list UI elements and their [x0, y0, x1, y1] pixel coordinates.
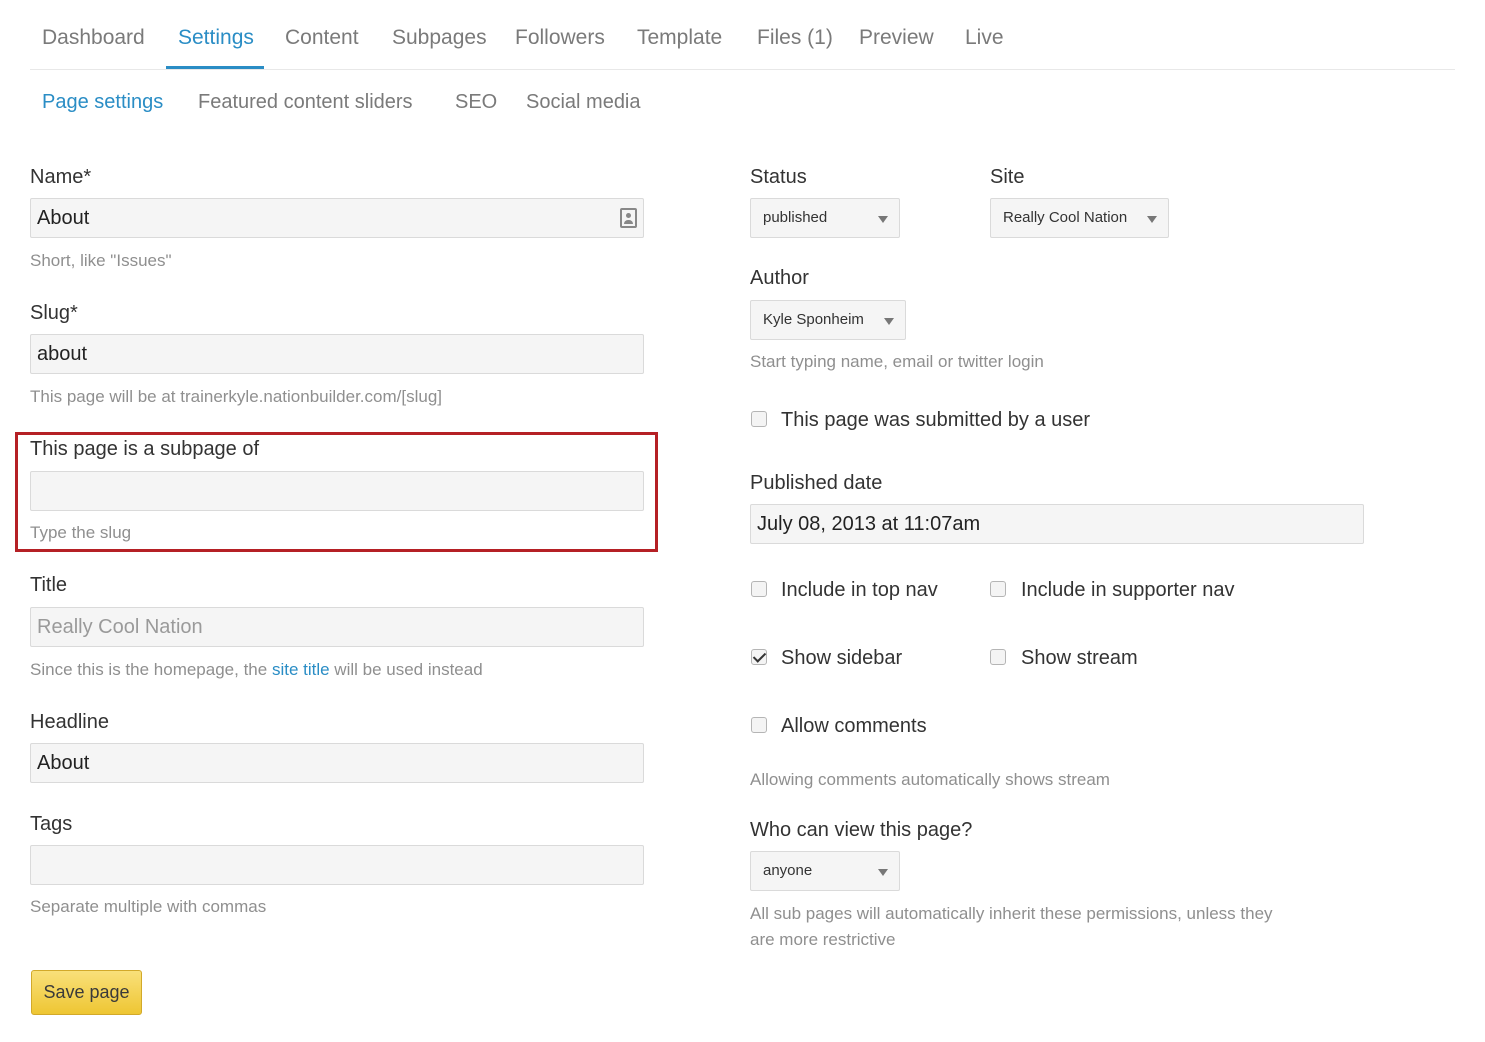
include-top-nav-label[interactable]: Include in top nav: [781, 579, 938, 602]
tab-files[interactable]: Files (1): [757, 26, 833, 50]
tags-label: Tags: [30, 813, 73, 835]
published-date-field[interactable]: July 08, 2013 at 11:07am: [750, 504, 1364, 544]
site-title-link[interactable]: site title: [272, 660, 330, 679]
published-date-label: Published date: [750, 472, 883, 494]
tags-help: Separate multiple with commas: [30, 897, 267, 916]
subtab-social-media[interactable]: Social media: [526, 91, 641, 114]
title-field: Really Cool Nation: [30, 607, 644, 647]
title-label: Title: [30, 574, 68, 596]
submitted-by-user-checkbox[interactable]: [751, 411, 767, 427]
status-label: Status: [750, 166, 807, 188]
tab-template[interactable]: Template: [637, 26, 722, 50]
who-can-view-value: anyone: [763, 862, 813, 879]
name-value: About: [37, 207, 90, 229]
title-help: Since this is the homepage, the site tit…: [30, 660, 483, 680]
show-sidebar-label[interactable]: Show sidebar: [781, 647, 902, 670]
name-label: Name*: [30, 166, 92, 188]
published-date-value: July 08, 2013 at 11:07am: [757, 513, 981, 535]
who-can-view-help-line2: are more restrictive: [750, 930, 896, 949]
slug-label: Slug*: [30, 302, 78, 324]
tab-live[interactable]: Live: [965, 26, 1004, 50]
who-can-view-help-line1: All sub pages will automatically inherit…: [750, 904, 1273, 923]
title-help-pre: Since this is the homepage, the: [30, 660, 272, 679]
submitted-by-user-label[interactable]: This page was submitted by a user: [781, 409, 1090, 432]
author-select[interactable]: Kyle Sponheim: [750, 300, 906, 340]
tags-field[interactable]: [30, 845, 644, 885]
slug-value: about: [37, 343, 88, 365]
allow-comments-label[interactable]: Allow comments: [781, 715, 927, 738]
include-supporter-nav-checkbox[interactable]: [990, 581, 1006, 597]
tab-preview[interactable]: Preview: [859, 26, 934, 50]
site-value: Really Cool Nation: [1003, 209, 1128, 226]
tab-subpages[interactable]: Subpages: [392, 26, 487, 50]
slug-field[interactable]: about: [30, 334, 644, 374]
subpage-help: Type the slug: [30, 523, 132, 542]
include-top-nav-checkbox[interactable]: [751, 581, 767, 597]
active-tab-indicator: [166, 66, 264, 69]
tab-settings[interactable]: Settings: [178, 26, 254, 50]
headline-value: About: [37, 752, 90, 774]
author-label: Author: [750, 267, 809, 289]
show-stream-label[interactable]: Show stream: [1021, 647, 1138, 670]
author-value: Kyle Sponheim: [763, 311, 864, 328]
subpage-label: This page is a subpage of: [30, 438, 260, 460]
contact-card-icon[interactable]: [620, 208, 637, 228]
tab-content[interactable]: Content: [285, 26, 359, 50]
show-sidebar-checkbox[interactable]: [751, 649, 767, 665]
headline-field[interactable]: About: [30, 743, 644, 783]
status-select[interactable]: published: [750, 198, 900, 238]
site-label: Site: [990, 166, 1025, 188]
subpage-field[interactable]: [30, 471, 644, 511]
name-field[interactable]: About: [30, 198, 644, 238]
include-supporter-nav-label[interactable]: Include in supporter nav: [1021, 579, 1234, 602]
allow-comments-help: Allowing comments automatically shows st…: [750, 770, 1110, 789]
subtab-page-settings[interactable]: Page settings: [42, 91, 163, 114]
allow-comments-checkbox[interactable]: [751, 717, 767, 733]
title-help-post: will be used instead: [329, 660, 483, 679]
subtab-featured-content-sliders[interactable]: Featured content sliders: [198, 91, 413, 114]
slug-help: This page will be at trainerkyle.nationb…: [30, 387, 442, 406]
subtab-seo[interactable]: SEO: [455, 91, 497, 114]
save-page-button[interactable]: Save page: [31, 970, 142, 1015]
chevron-down-icon: [878, 869, 888, 876]
chevron-down-icon: [878, 216, 888, 223]
title-value: Really Cool Nation: [37, 616, 203, 638]
who-can-view-label: Who can view this page?: [750, 819, 973, 841]
tab-dashboard[interactable]: Dashboard: [42, 26, 145, 50]
tab-followers[interactable]: Followers: [515, 26, 605, 50]
show-stream-checkbox[interactable]: [990, 649, 1006, 665]
chevron-down-icon: [1147, 216, 1157, 223]
status-value: published: [763, 209, 828, 226]
site-select[interactable]: Really Cool Nation: [990, 198, 1169, 238]
author-help: Start typing name, email or twitter logi…: [750, 352, 1044, 371]
who-can-view-select[interactable]: anyone: [750, 851, 900, 891]
headline-label: Headline: [30, 711, 109, 733]
name-help: Short, like "Issues": [30, 251, 172, 270]
chevron-down-icon: [884, 318, 894, 325]
main-tabs: Dashboard Settings Content Subpages Foll…: [30, 0, 1455, 70]
